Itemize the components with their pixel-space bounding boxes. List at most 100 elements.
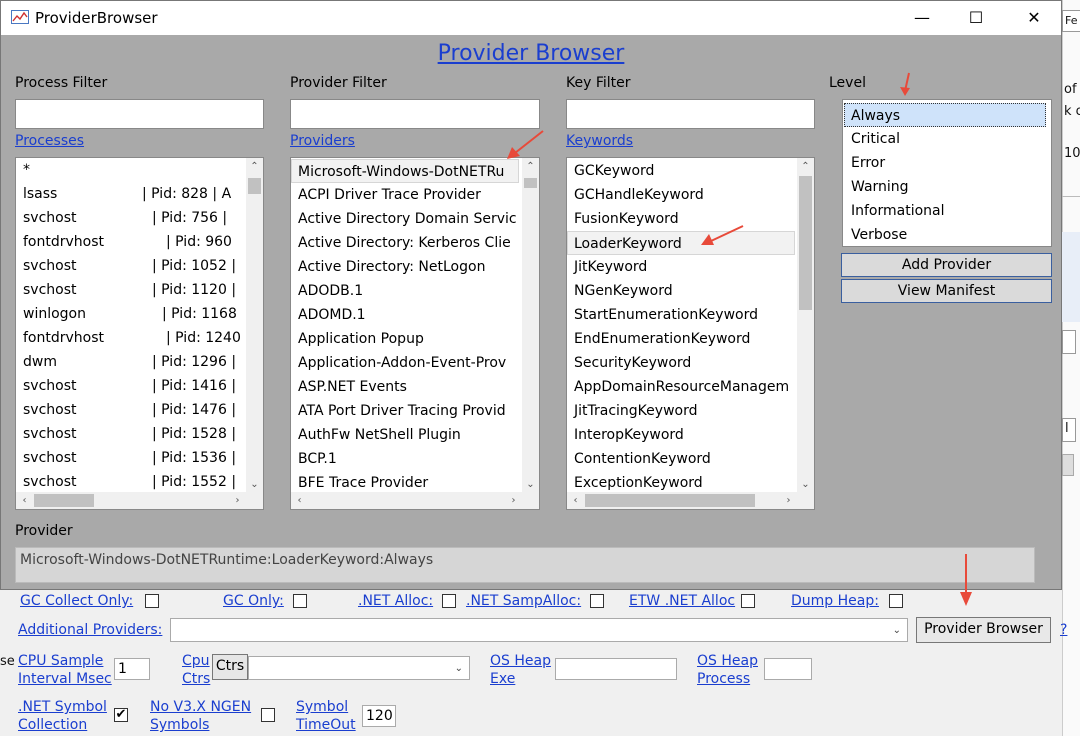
keyword-vertical-scrollbar[interactable]: ⌃ ⌄ xyxy=(797,158,814,493)
keyword-horizontal-scrollbar[interactable]: ‹ › xyxy=(567,492,814,509)
provider-horizontal-scrollbar[interactable]: ‹ › xyxy=(291,492,539,509)
keyword-list-item[interactable]: EndEnumerationKeyword xyxy=(567,327,802,351)
level-list-item[interactable]: Verbose xyxy=(844,223,1046,246)
keyword-list-item[interactable]: GCHandleKeyword xyxy=(567,183,802,207)
additional-providers-combo[interactable]: ⌄ xyxy=(170,618,908,642)
process-list-item[interactable]: svchost | Pid: 1528 | xyxy=(16,422,251,446)
level-list-item[interactable]: Informational xyxy=(844,199,1046,223)
keyword-list-item[interactable]: StartEnumerationKeyword xyxy=(567,303,802,327)
dump-heap-link[interactable]: Dump Heap: xyxy=(791,592,879,610)
additional-providers-link[interactable]: Additional Providers: xyxy=(18,621,162,639)
etw-net-alloc-link[interactable]: ETW .NET Alloc xyxy=(629,592,735,610)
scroll-thumb[interactable] xyxy=(34,494,94,507)
process-list-item[interactable]: svchost | Pid: 1416 | xyxy=(16,374,251,398)
process-vertical-scrollbar[interactable]: ⌃ ⌄ xyxy=(246,158,263,493)
cpu-ctrs-link[interactable]: Cpu Ctrs xyxy=(182,652,210,688)
scroll-up-icon[interactable]: ⌃ xyxy=(797,158,814,175)
process-horizontal-scrollbar[interactable]: ‹ › xyxy=(16,492,263,509)
keyword-list-item[interactable]: JitTracingKeyword xyxy=(567,399,802,423)
gc-collect-only-link[interactable]: GC Collect Only: xyxy=(20,592,133,610)
process-listbox[interactable]: * lsass | Pid: 828 | A svchost | Pid: 756 | f… xyxy=(15,157,264,510)
cpu-sample-interval-link[interactable]: CPU Sample Interval Msec xyxy=(18,652,112,688)
os-heap-exe-link[interactable]: OS Heap Exe xyxy=(490,652,551,688)
process-list-item[interactable]: svchost | Pid: 1120 | xyxy=(16,278,251,302)
scroll-left-icon[interactable]: ‹ xyxy=(16,492,33,509)
scroll-left-icon[interactable]: ‹ xyxy=(567,492,584,509)
process-list-item[interactable]: svchost | Pid: 1476 | xyxy=(16,398,251,422)
gc-collect-only-checkbox[interactable] xyxy=(145,594,159,608)
process-list-item[interactable]: svchost | Pid: 1052 | xyxy=(16,254,251,278)
level-list-item[interactable]: Critical xyxy=(844,127,1046,151)
process-list-item[interactable]: lsass | Pid: 828 | A xyxy=(16,182,251,206)
scroll-down-icon[interactable]: ⌄ xyxy=(522,476,539,493)
provider-vertical-scrollbar[interactable]: ⌃ ⌄ xyxy=(522,158,539,493)
provider-list-item[interactable]: Application Popup xyxy=(291,327,526,351)
symbol-timeout-input[interactable]: 120 xyxy=(362,705,396,727)
symbol-timeout-link[interactable]: Symbol TimeOut xyxy=(296,698,356,734)
scroll-up-icon[interactable]: ⌃ xyxy=(246,158,263,175)
scroll-down-icon[interactable]: ⌄ xyxy=(797,476,814,493)
key-filter-input[interactable] xyxy=(566,99,815,129)
ctrs-button[interactable]: Ctrs xyxy=(212,654,248,680)
process-list-item[interactable]: svchost | Pid: 756 | xyxy=(16,206,251,230)
provider-list-item[interactable]: BCP.1 xyxy=(291,447,526,471)
net-samp-alloc-link[interactable]: .NET SampAlloc: xyxy=(466,592,581,610)
net-alloc-checkbox[interactable] xyxy=(442,594,456,608)
provider-list-item[interactable]: Active Directory: NetLogon xyxy=(291,255,526,279)
scroll-thumb[interactable] xyxy=(585,494,755,507)
process-list-item[interactable]: svchost | Pid: 1552 | xyxy=(16,470,251,494)
no-v3x-ngen-symbols-link[interactable]: No V3.X NGEN Symbols xyxy=(150,698,251,734)
provider-list-item[interactable]: Active Directory Domain Servic xyxy=(291,207,526,231)
keyword-list-item[interactable]: InteropKeyword xyxy=(567,423,802,447)
level-list-item[interactable]: Always xyxy=(844,103,1046,127)
provider-list-item[interactable]: ASP.NET Events xyxy=(291,375,526,399)
keyword-list-item[interactable]: JitKeyword xyxy=(567,255,802,279)
provider-list-item[interactable]: Application-Addon-Event-Prov xyxy=(291,351,526,375)
providers-link[interactable]: Providers xyxy=(290,132,355,150)
provider-list-item[interactable]: ATA Port Driver Tracing Provid xyxy=(291,399,526,423)
keyword-list-item[interactable]: ContentionKeyword xyxy=(567,447,802,471)
view-manifest-button[interactable]: View Manifest xyxy=(841,279,1052,303)
net-alloc-link[interactable]: .NET Alloc: xyxy=(358,592,433,610)
level-list-item[interactable]: Warning xyxy=(844,175,1046,199)
os-heap-process-input[interactable] xyxy=(764,658,812,680)
keywords-link[interactable]: Keywords xyxy=(566,132,633,150)
keyword-list-item[interactable]: AppDomainResourceManagem xyxy=(567,375,802,399)
provider-listbox[interactable]: Microsoft-Windows-DotNETRu ACPI Driver Tr… xyxy=(290,157,540,510)
net-symbol-collection-checkbox[interactable]: ✔ xyxy=(114,708,128,722)
dialog-heading[interactable]: Provider Browser xyxy=(1,41,1061,66)
os-heap-process-link[interactable]: OS Heap Process xyxy=(697,652,758,688)
provider-filter-input[interactable] xyxy=(290,99,540,129)
os-heap-exe-input[interactable] xyxy=(555,658,677,680)
scroll-right-icon[interactable]: › xyxy=(780,492,797,509)
provider-list-item[interactable]: ACPI Driver Trace Provider xyxy=(291,183,526,207)
process-list-item[interactable]: * xyxy=(16,158,251,182)
processes-link[interactable]: Processes xyxy=(15,132,84,150)
keyword-list-item[interactable]: LoaderKeyword xyxy=(567,231,795,255)
level-list-item[interactable]: Error xyxy=(844,151,1046,175)
process-list-item[interactable]: svchost | Pid: 1536 | xyxy=(16,446,251,470)
minimize-button[interactable]: — xyxy=(899,1,945,35)
gc-only-link[interactable]: GC Only: xyxy=(223,592,284,610)
provider-list-item[interactable]: Active Directory: Kerberos Clie xyxy=(291,231,526,255)
process-list-item[interactable]: fontdrvhost | Pid: 960 xyxy=(16,230,251,254)
scroll-right-icon[interactable]: › xyxy=(229,492,246,509)
gc-only-checkbox[interactable] xyxy=(293,594,307,608)
scroll-left-icon[interactable]: ‹ xyxy=(291,492,308,509)
net-samp-alloc-checkbox[interactable] xyxy=(590,594,604,608)
level-listbox[interactable]: Always Critical Error Warning Informational V… xyxy=(842,99,1052,247)
scroll-down-icon[interactable]: ⌄ xyxy=(246,476,263,493)
scroll-right-icon[interactable]: › xyxy=(505,492,522,509)
maximize-button[interactable]: ☐ xyxy=(953,1,999,35)
scroll-thumb[interactable] xyxy=(799,176,812,310)
help-link[interactable]: ? xyxy=(1060,621,1067,639)
process-list-item[interactable]: winlogon | Pid: 1168 xyxy=(16,302,251,326)
keyword-list-item[interactable]: GCKeyword xyxy=(567,159,802,183)
provider-list-item[interactable]: ADODB.1 xyxy=(291,279,526,303)
process-filter-input[interactable] xyxy=(15,99,264,129)
cpu-ctrs-combo[interactable]: ⌄ xyxy=(248,656,470,680)
keyword-list-item[interactable]: NGenKeyword xyxy=(567,279,802,303)
provider-browser-button[interactable]: Provider Browser xyxy=(916,617,1051,643)
process-list-item[interactable]: fontdrvhost | Pid: 1240 xyxy=(16,326,251,350)
provider-list-item[interactable]: ADOMD.1 xyxy=(291,303,526,327)
